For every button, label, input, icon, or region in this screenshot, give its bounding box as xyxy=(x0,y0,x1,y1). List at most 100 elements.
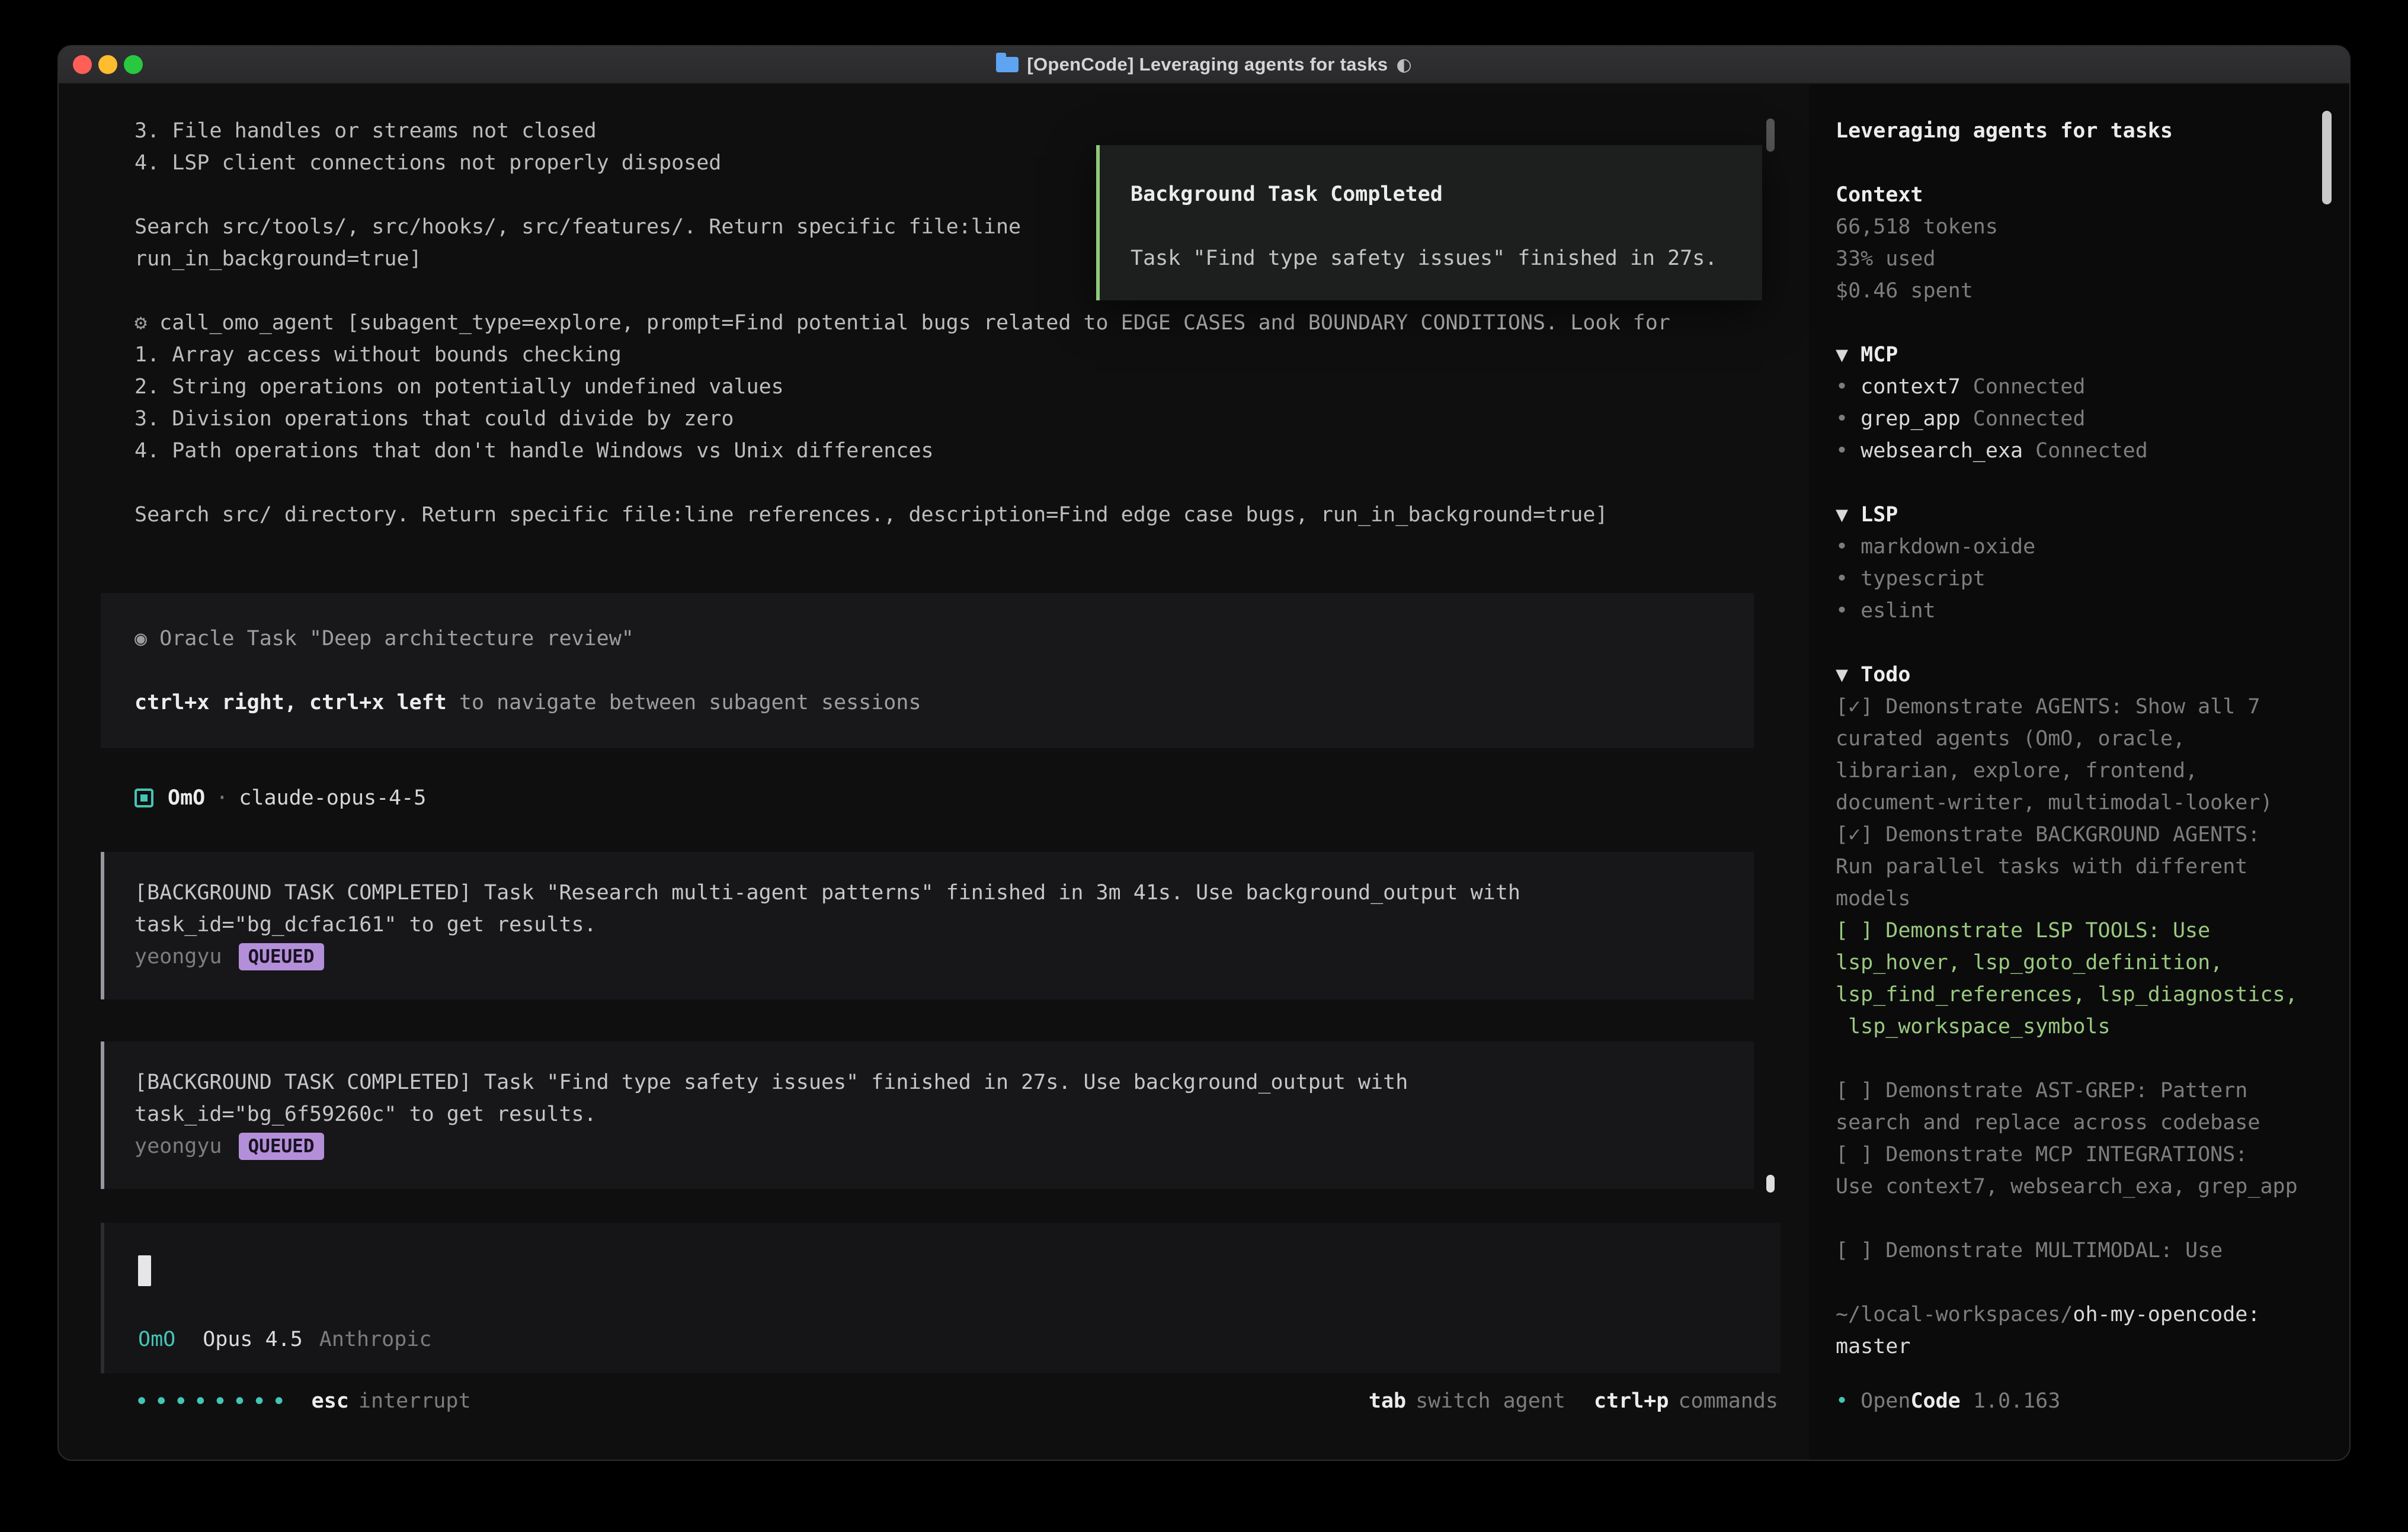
text-line: Run parallel tasks with different xyxy=(1836,851,2298,883)
text-line: • grep_app Connected xyxy=(1836,403,2298,435)
status-badge: QUEUED xyxy=(239,943,324,970)
message-line: [BACKGROUND TASK COMPLETED] Task "Find t… xyxy=(135,1066,1754,1098)
text-line: ▼ Todo xyxy=(1836,659,2298,691)
prompt-input[interactable]: OmO Opus 4.5 Anthropic xyxy=(101,1223,1781,1373)
text-line xyxy=(1836,1043,2298,1075)
text-line: [ ] Demonstrate LSP TOOLS: Use xyxy=(1836,915,2298,947)
text-line: master xyxy=(1836,1331,2298,1363)
window-title: [OpenCode] Leveraging agents for tasks xyxy=(1027,54,1388,75)
text-line xyxy=(1836,467,2298,499)
text-line: • OpenCode 1.0.163 xyxy=(1836,1385,2060,1417)
window-titlebar[interactable]: [OpenCode] Leveraging agents for tasks ◐ xyxy=(59,46,2349,84)
text-line xyxy=(1836,307,2298,339)
text-line: lsp_find_references, lsp_diagnostics, xyxy=(1836,979,2298,1011)
sidebar-content: Leveraging agents for tasks Context66,51… xyxy=(1836,115,2298,1363)
text-line xyxy=(1836,1267,2298,1299)
text-line: 4. Path operations that don't handle Win… xyxy=(135,435,1670,467)
text-line: Use context7, websearch_exa, grep_app xyxy=(1836,1171,2298,1203)
commands-key-hint: ctrl+p xyxy=(1594,1389,1669,1413)
input-model-name: Opus 4.5 xyxy=(203,1328,303,1351)
text-line xyxy=(1836,627,2298,659)
text-line: 66,518 tokens xyxy=(1836,211,2298,243)
text-line xyxy=(1836,147,2298,179)
text-line: 2. String operations on potentially unde… xyxy=(135,371,1670,403)
window-title-group: [OpenCode] Leveraging agents for tasks ◐ xyxy=(996,54,1411,75)
text-line: 3. Division operations that could divide… xyxy=(135,403,1670,435)
text-line: $0.46 spent xyxy=(1836,275,2298,307)
agent-separator: · xyxy=(216,786,228,810)
message-author: yeongyu xyxy=(135,945,222,969)
text-line: 33% used xyxy=(1836,243,2298,275)
input-agent-name: OmO xyxy=(138,1328,175,1351)
status-badge: QUEUED xyxy=(239,1133,324,1160)
agent-square-icon xyxy=(135,789,153,807)
message-author: yeongyu xyxy=(135,1134,222,1158)
text-cursor xyxy=(138,1255,151,1286)
text-line: curated agents (OmO, oracle, xyxy=(1836,723,2298,755)
message-card: [BACKGROUND TASK COMPLETED] Task "Resear… xyxy=(101,852,1754,999)
text-line: ◉ Oracle Task "Deep architecture review" xyxy=(135,623,1754,655)
agent-name: OmO xyxy=(168,786,205,810)
text-line: ctrl+x right, ctrl+x left to navigate be… xyxy=(135,687,1754,719)
session-sidebar: Leveraging agents for tasks Context66,51… xyxy=(1809,84,2349,1461)
text-line: ~/local-workspaces/oh-my-opencode: xyxy=(1836,1299,2298,1331)
text-line: • typescript xyxy=(1836,563,2298,595)
text-line: Leveraging agents for tasks xyxy=(1836,115,2298,147)
text-line: Context xyxy=(1836,179,2298,211)
text-line: lsp_workspace_symbols xyxy=(1836,1011,2298,1043)
text-line: 3. File handles or streams not closed xyxy=(135,115,1670,147)
maximize-button[interactable] xyxy=(124,55,143,74)
close-button[interactable] xyxy=(73,55,92,74)
text-line: • websearch_exa Connected xyxy=(1836,435,2298,467)
notification-toast[interactable]: Background Task Completed Task "Find typ… xyxy=(1096,145,1762,300)
esc-key-hint: esc xyxy=(312,1389,349,1413)
message-line: [BACKGROUND TASK COMPLETED] Task "Resear… xyxy=(135,877,1754,909)
text-line: • markdown-oxide xyxy=(1836,531,2298,563)
commands-key-hint-group: ctrl+p commands xyxy=(1594,1389,1778,1413)
text-line: lsp_hover, lsp_goto_definition, xyxy=(1836,947,2298,979)
window-content: 3. File handles or streams not closed 4. … xyxy=(59,84,2349,1461)
message-card: [BACKGROUND TASK COMPLETED] Task "Find t… xyxy=(101,1041,1754,1189)
window-controls xyxy=(73,46,143,83)
loader-icon: ◐ xyxy=(1396,55,1411,75)
chat-scrollbar-thumb-bottom[interactable] xyxy=(1766,1175,1775,1193)
chat-pane: 3. File handles or streams not closed 4. … xyxy=(59,84,1809,1461)
text-line: • eslint xyxy=(1836,595,2298,627)
toast-body: Task "Find type safety issues" finished … xyxy=(1131,242,1762,274)
message-meta: yeongyu QUEUED xyxy=(135,941,1754,973)
text-line: ▼ MCP xyxy=(1836,339,2298,371)
message-line: task_id="bg_dcfac161" to get results. xyxy=(135,909,1754,941)
tab-key-label: switch agent xyxy=(1416,1389,1565,1413)
text-line xyxy=(1836,1203,2298,1235)
text-line: [✓] Demonstrate BACKGROUND AGENTS: xyxy=(1836,819,2298,851)
spinner-icon: ∙∙∙∙∙∙∙∙ xyxy=(135,1387,292,1415)
text-line: [ ] Demonstrate MULTIMODAL: Use xyxy=(1836,1235,2298,1267)
toast-title: Background Task Completed xyxy=(1131,178,1762,210)
status-bar: ∙∙∙∙∙∙∙∙ esc interrupt tab switch agent … xyxy=(135,1385,1778,1417)
oracle-task-panel: ◉ Oracle Task "Deep architecture review"… xyxy=(101,593,1754,748)
text-line: ⚙ call_omo_agent [subagent_type=explore,… xyxy=(135,307,1670,339)
minimize-button[interactable] xyxy=(98,55,117,74)
text-line: ▼ LSP xyxy=(1836,499,2298,531)
text-line: document-writer, multimodal-looker) xyxy=(1836,787,2298,819)
status-right: tab switch agent ctrl+p commands xyxy=(1369,1389,1778,1413)
folder-icon xyxy=(996,57,1019,72)
input-provider-name: Anthropic xyxy=(319,1328,432,1351)
message-line: task_id="bg_6f59260c" to get results. xyxy=(135,1098,1754,1130)
text-line: models xyxy=(1836,883,2298,915)
text-line: search and replace across codebase xyxy=(1836,1107,2298,1139)
agent-model: claude-opus-4-5 xyxy=(239,786,426,810)
text-line xyxy=(135,655,1754,687)
text-line: [✓] Demonstrate AGENTS: Show all 7 xyxy=(1836,691,2298,723)
sidebar-scrollbar-thumb[interactable] xyxy=(2322,111,2332,204)
commands-key-label: commands xyxy=(1678,1389,1778,1413)
text-line xyxy=(135,467,1670,499)
text-line: Search src/ directory. Return specific f… xyxy=(135,499,1670,531)
text-line: librarian, explore, frontend, xyxy=(1836,755,2298,787)
agent-header: OmO · claude-opus-4-5 xyxy=(135,782,426,814)
model-indicator-row: OmO Opus 4.5 Anthropic xyxy=(138,1323,431,1355)
esc-key-label: interrupt xyxy=(358,1389,471,1413)
terminal-window: [OpenCode] Leveraging agents for tasks ◐… xyxy=(57,45,2351,1461)
chat-scrollbar-thumb-top[interactable] xyxy=(1766,118,1775,152)
text-line: [ ] Demonstrate AST-GREP: Pattern xyxy=(1836,1075,2298,1107)
